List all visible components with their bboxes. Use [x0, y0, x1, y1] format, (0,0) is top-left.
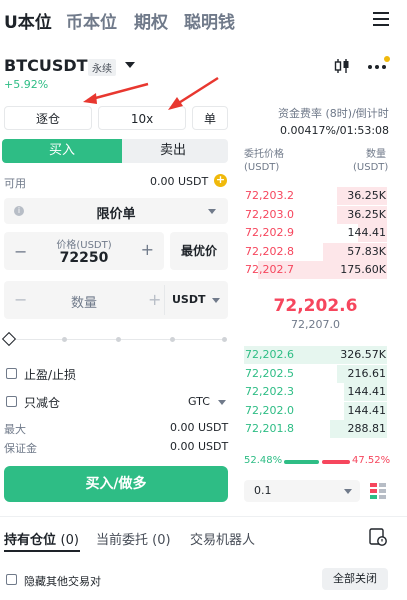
- last-price: 72,202.6: [273, 296, 358, 316]
- price-input[interactable]: − 价格(USDT) 72250 +: [4, 232, 164, 270]
- book-price: 72,203.2: [245, 189, 294, 202]
- bid-row[interactable]: 72,202.0 144.41: [244, 401, 387, 420]
- tpsl-label: 止盈/止损: [24, 368, 77, 382]
- margin-cost-label: 保证金: [4, 442, 37, 455]
- add-funds-icon[interactable]: +: [214, 174, 227, 187]
- quantity-slider[interactable]: [1, 331, 228, 347]
- book-price-unit: (USDT): [244, 162, 280, 173]
- symbol-name[interactable]: BTCUSDT: [4, 56, 88, 75]
- side-toggle: 卖出 买入: [2, 139, 228, 163]
- book-quantity: 144.41: [347, 226, 387, 239]
- book-price: 72,202.0: [245, 403, 294, 417]
- buy-ratio: 52.48%: [244, 455, 283, 466]
- chevron-down-icon: [218, 400, 226, 405]
- buy-ratio-bar: [284, 460, 319, 464]
- book-quantity: 144.41: [347, 385, 387, 398]
- plus-icon[interactable]: +: [141, 240, 154, 259]
- book-price: 72,201.8: [245, 422, 294, 435]
- book-price: 72,202.9: [245, 226, 294, 239]
- book-price: 72,202.7: [245, 263, 294, 276]
- sell-tab[interactable]: 卖出: [118, 139, 228, 163]
- more-options-icon[interactable]: [367, 56, 391, 76]
- book-price-header: 委托价格: [244, 149, 284, 160]
- chevron-down-icon: [344, 489, 352, 494]
- bid-row[interactable]: 72,201.8 288.81: [244, 420, 387, 438]
- quantity-placeholder: 数量: [70, 296, 97, 311]
- chevron-down-icon: [212, 298, 220, 303]
- order-type-value: 限价单: [96, 207, 136, 222]
- book-quantity: 144.41: [347, 403, 387, 417]
- book-price: 72,202.3: [245, 385, 294, 398]
- price-step-value: 0.1: [254, 484, 272, 497]
- order-type-select[interactable]: i 限价单: [4, 198, 228, 224]
- ask-row[interactable]: 72,202.8 57.83K: [244, 242, 387, 261]
- tab-usdt-m[interactable]: U本位: [4, 8, 52, 33]
- candlestick-chart-icon[interactable]: [333, 57, 351, 75]
- book-price: 72,202.6: [245, 348, 294, 361]
- sell-ratio-bar: [322, 460, 350, 464]
- chevron-down-icon[interactable]: [125, 62, 135, 68]
- margin-cost-value: 0.00 USDT: [170, 440, 229, 453]
- max-value: 0.00 USDT: [170, 421, 229, 434]
- available-value: 0.00 USDT: [150, 175, 209, 188]
- tab-smart-money[interactable]: 聪明钱: [184, 8, 235, 33]
- hide-other-pairs-checkbox[interactable]: [6, 574, 17, 585]
- order-history-icon[interactable]: [368, 527, 388, 547]
- margin-mode-button[interactable]: 逐仓: [4, 106, 92, 130]
- slider-handle[interactable]: [1, 331, 17, 347]
- ask-row[interactable]: 72,203.2 36.25K: [244, 187, 387, 205]
- book-quantity: 216.61: [347, 366, 387, 380]
- ask-row[interactable]: 72,202.9 144.41: [244, 224, 387, 242]
- book-qty-unit: (USDT): [353, 162, 389, 173]
- close-all-button[interactable]: 全部关闭: [322, 568, 388, 590]
- book-quantity: 288.81: [347, 422, 387, 435]
- bid-row[interactable]: 72,202.3 144.41: [244, 383, 387, 401]
- book-price: 72,202.5: [245, 366, 294, 380]
- quantity-unit[interactable]: USDT: [172, 293, 206, 306]
- book-quantity: 326.57K: [340, 348, 386, 361]
- ask-row[interactable]: 72,202.7 175.60K: [244, 261, 387, 279]
- tab-coin-m[interactable]: 币本位: [66, 8, 117, 33]
- divider: [164, 285, 165, 315]
- funding-rate-value: 0.00417%/01:53:08: [280, 124, 390, 137]
- book-quantity: 36.25K: [347, 189, 386, 202]
- hide-other-pairs-label: 隐藏其他交易对: [24, 575, 101, 588]
- tpsl-checkbox[interactable]: [6, 368, 17, 379]
- menu-icon[interactable]: [373, 12, 389, 26]
- funding-rate-label: 资金费率 (8时)/倒计时: [278, 107, 389, 120]
- divider: [0, 516, 407, 517]
- annotation-arrows: [83, 76, 219, 110]
- tab-trading-bots[interactable]: 交易机器人: [190, 529, 255, 548]
- ask-row[interactable]: 72,203.0 36.25K: [244, 205, 387, 224]
- bid-row[interactable]: 72,202.5 216.61: [244, 364, 387, 383]
- top-nav: U本位 币本位 期权 聪明钱: [0, 0, 407, 40]
- tab-options[interactable]: 期权: [134, 8, 168, 33]
- book-layout-icon[interactable]: [369, 482, 387, 500]
- chevron-down-icon: [208, 209, 216, 214]
- reduce-only-checkbox[interactable]: [6, 396, 17, 407]
- sell-ratio: 47.52%: [352, 455, 391, 466]
- book-price: 72,202.8: [245, 244, 294, 258]
- mark-price: 72,207.0: [291, 318, 340, 331]
- buy-tab[interactable]: 买入: [2, 139, 122, 163]
- available-label: 可用: [4, 177, 26, 190]
- book-price: 72,203.0: [245, 207, 294, 221]
- reduce-only-label: 只减仓: [24, 396, 61, 410]
- plus-icon[interactable]: +: [148, 290, 161, 309]
- book-quantity: 36.25K: [347, 207, 386, 221]
- book-quantity: 57.83K: [347, 244, 386, 258]
- buy-long-button[interactable]: 买入/做多: [4, 466, 228, 502]
- best-price-button[interactable]: 最优价: [170, 232, 228, 270]
- quantity-input[interactable]: − 数量 + USDT: [4, 281, 228, 319]
- price-step-select[interactable]: 0.1: [244, 480, 360, 502]
- tab-positions[interactable]: 持有仓位 (0): [4, 529, 79, 548]
- book-quantity: 175.60K: [340, 263, 386, 276]
- price-change: +5.92%: [4, 78, 49, 91]
- tab-open-orders[interactable]: 当前委托 (0): [96, 529, 171, 548]
- book-qty-header: 数量: [366, 149, 386, 160]
- bid-row[interactable]: 72,202.6 326.57K: [244, 346, 387, 364]
- max-label: 最大: [4, 423, 26, 436]
- active-tab-indicator: [4, 550, 80, 552]
- time-in-force-select[interactable]: GTC: [188, 395, 210, 408]
